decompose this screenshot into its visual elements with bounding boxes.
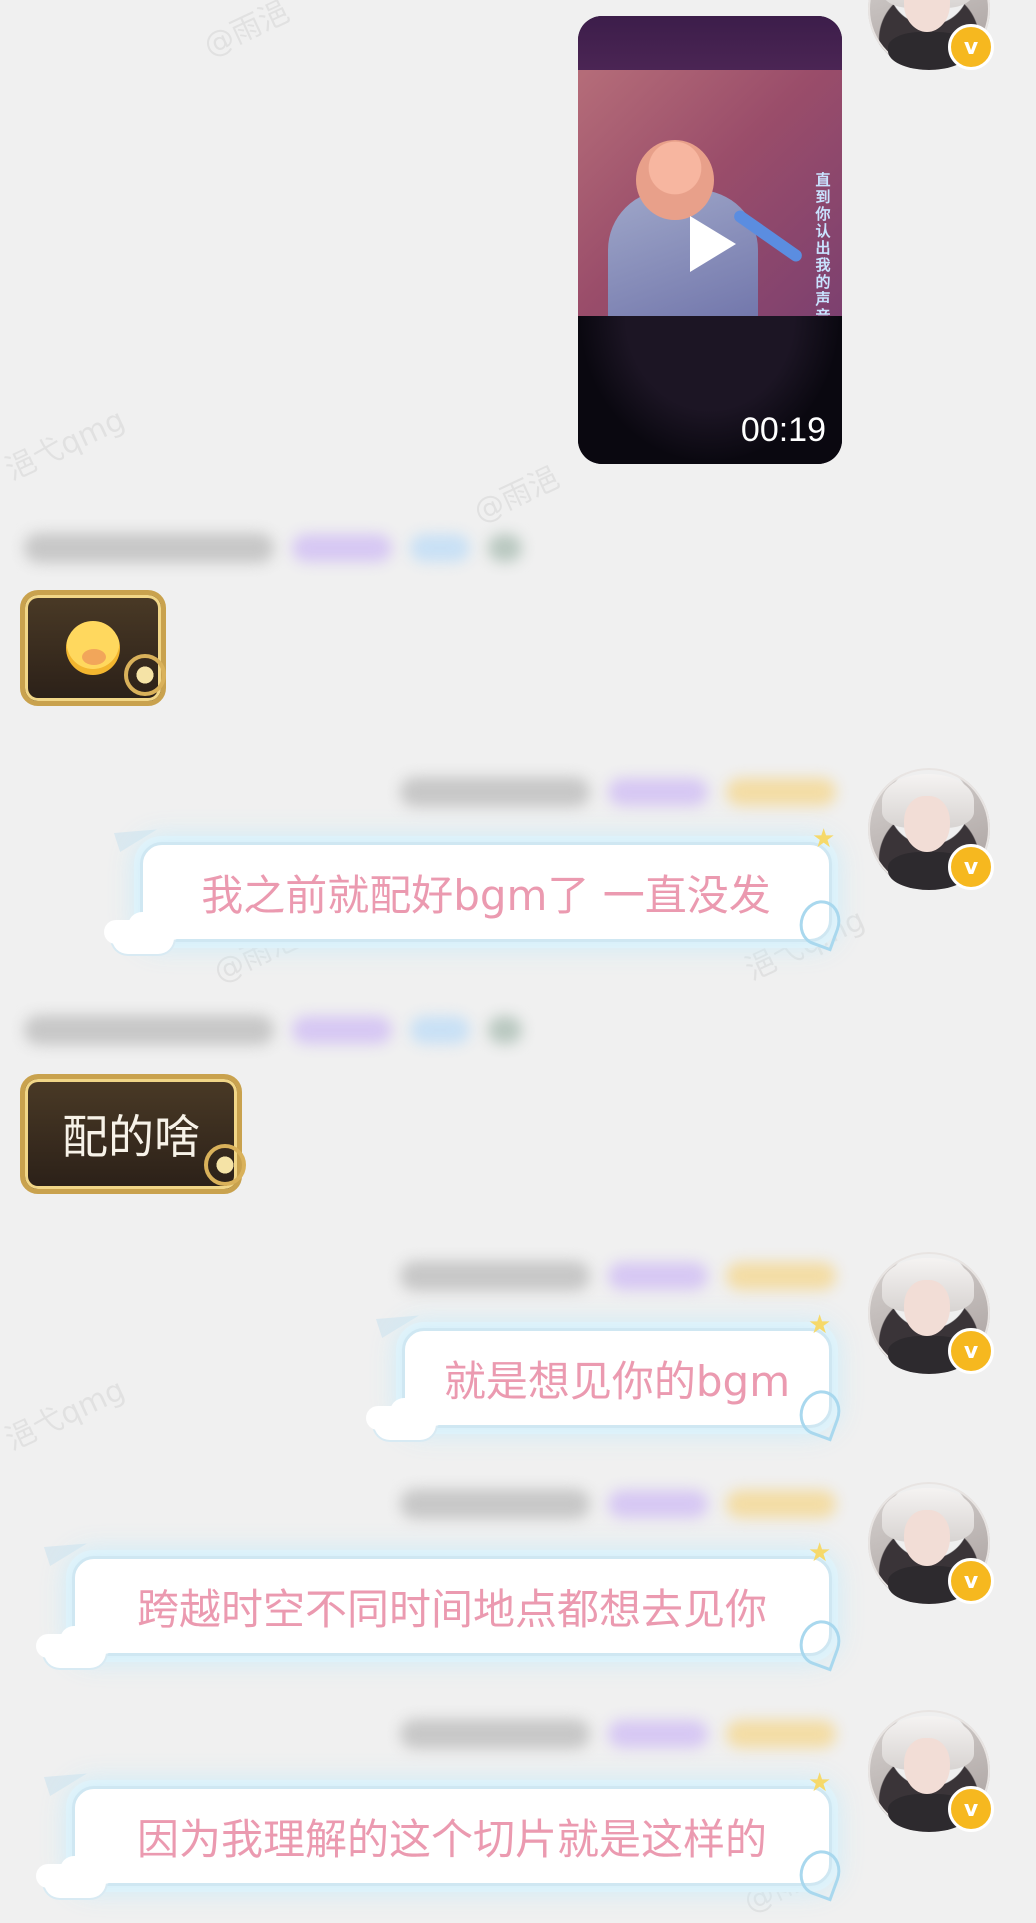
video-lyrics: 直到你认出我的声音 (815, 171, 831, 325)
blurred-sender-header (24, 1010, 522, 1050)
avatar-face (904, 1738, 950, 1794)
cloud-decoration-icon (44, 1866, 106, 1898)
cloud-decoration-icon (112, 922, 174, 954)
video-duration: 00:19 (740, 411, 826, 449)
video-stage: 直到你认出我的声音 (578, 70, 842, 340)
star-icon: ★ (808, 1768, 832, 1798)
cloud-decoration-icon (44, 1636, 106, 1668)
vip-badge-icon: v (948, 844, 994, 890)
watermark: @雨浥 (198, 0, 295, 65)
play-icon[interactable] (690, 216, 736, 272)
star-icon: ★ (808, 1310, 832, 1340)
vip-badge-icon: v (948, 24, 994, 70)
vip-badge-icon: v (948, 1328, 994, 1374)
singer-head (636, 140, 714, 220)
cloud-decoration-icon (374, 1408, 436, 1440)
vip-badge-icon: v (948, 1558, 994, 1604)
video-top-area (578, 16, 842, 70)
message-bubble-text[interactable]: 我之前就配好bgm了 一直没发 (140, 842, 832, 942)
crying-face-icon (66, 621, 120, 675)
blurred-sender-header (400, 1484, 836, 1524)
corner-decoration-icon (204, 1144, 246, 1186)
avatar-face (904, 1510, 950, 1566)
message-bubble-text[interactable]: 就是想见你的bgm (402, 1328, 832, 1428)
watermark: 浥弋qmg (0, 402, 131, 488)
avatar[interactable]: v (868, 0, 994, 70)
blurred-sender-header (400, 1256, 836, 1296)
avatar[interactable]: v (868, 768, 994, 890)
avatar-face (904, 1280, 950, 1336)
watermark: 浥弋qmg (0, 1372, 131, 1458)
blurred-sender-header (400, 1714, 836, 1754)
video-message[interactable]: 直到你认出我的声音 00:19 (578, 16, 842, 464)
avatar-face (904, 796, 950, 852)
vip-badge-icon: v (948, 1786, 994, 1832)
star-icon: ★ (812, 824, 836, 854)
blurred-sender-header (24, 528, 522, 568)
avatar[interactable]: v (868, 1252, 994, 1374)
avatar-face (904, 0, 950, 32)
message-bubble-text[interactable]: 因为我理解的这个切片就是这样的 (72, 1786, 832, 1886)
star-icon: ★ (808, 1538, 832, 1568)
avatar[interactable]: v (868, 1710, 994, 1832)
watermark: @雨浥 (468, 460, 565, 531)
message-bubble-text[interactable]: 跨越时空不同时间地点都想去见你 (72, 1556, 832, 1656)
corner-decoration-icon (124, 654, 166, 696)
blurred-sender-header (400, 772, 836, 812)
avatar[interactable]: v (868, 1482, 994, 1604)
